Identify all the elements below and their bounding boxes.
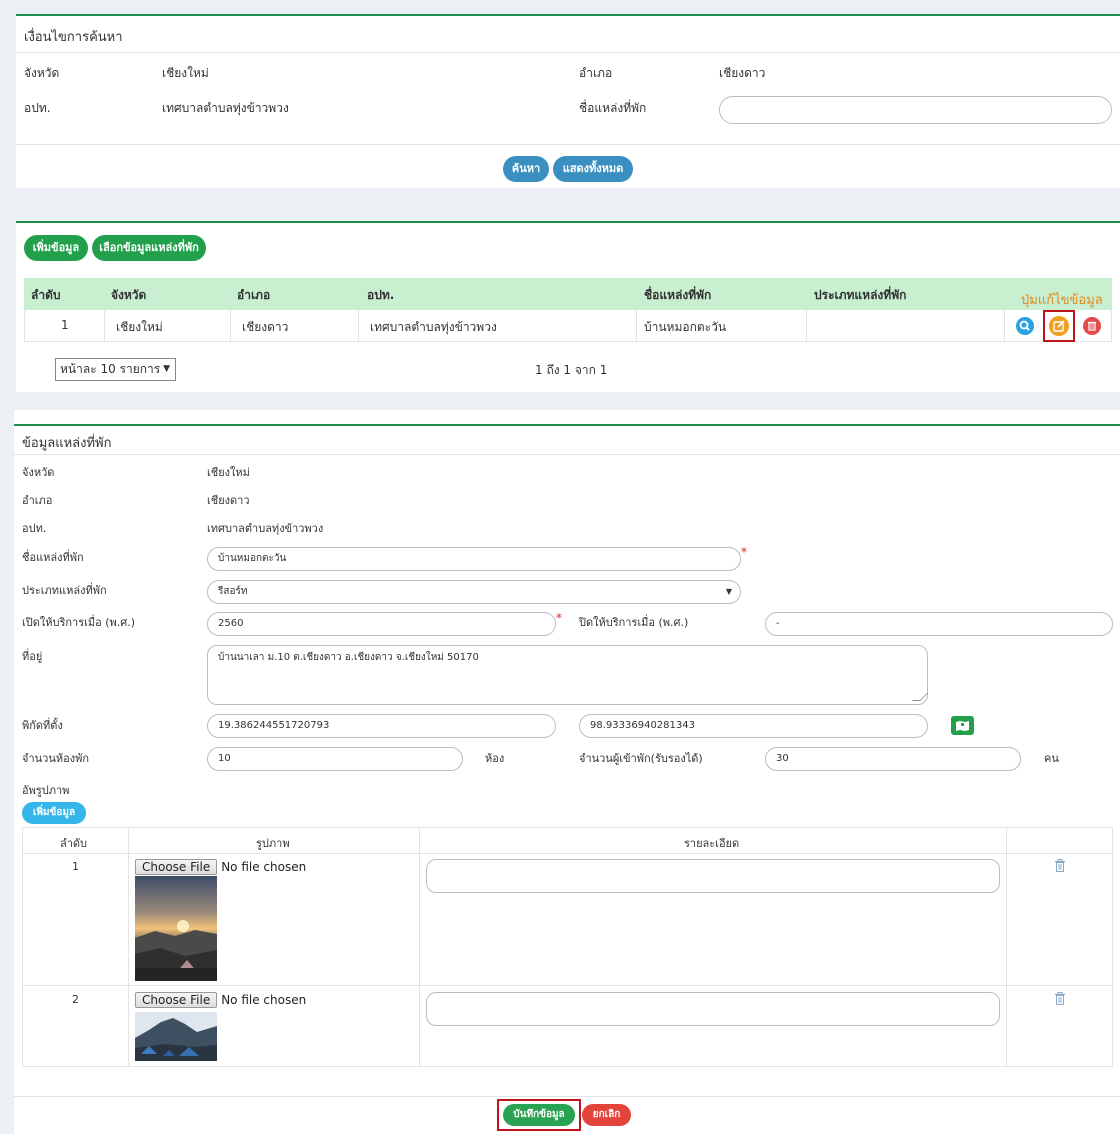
uploaded-image-sunset (135, 876, 217, 981)
form-title: ข้อมูลแหล่งที่พัก (22, 436, 112, 451)
open-year-field[interactable]: 2560 (207, 612, 556, 636)
trash-icon[interactable] (1054, 992, 1066, 1005)
lodging-name-field-label: ชื่อแหล่งที่พัก (22, 551, 84, 564)
cancel-button[interactable]: ยกเลิก (582, 1104, 631, 1126)
guests-field[interactable]: 30 (765, 747, 1021, 771)
rooms-unit: ห้อง (485, 752, 505, 765)
edit-button-annotation: ปุ่มแก้ไขข้อมูล (1021, 293, 1103, 308)
close-year-label: ปิดให้บริการเมื่อ (พ.ศ.) (579, 616, 689, 629)
add-image-button[interactable]: เพิ่มข้อมูล (22, 802, 86, 824)
row-order: 1 (61, 318, 69, 332)
chevron-down-icon: ▼ (725, 587, 732, 596)
file-input[interactable]: Choose File No file chosen (135, 992, 306, 1008)
form-district-value: เชียงดาว (207, 494, 250, 507)
longitude-field[interactable]: 98.93336940281343 (579, 714, 928, 738)
trash-icon[interactable] (1054, 859, 1066, 872)
row-local-admin: เทศบาลตำบลทุ่งข้าวพวง (370, 320, 497, 334)
lodging-name-field[interactable]: บ้านหมอกตะวัน (207, 547, 741, 571)
province-value: เชียงใหม่ (162, 66, 209, 80)
image-detail-textarea[interactable] (426, 992, 1000, 1026)
col-lodging-type: ประเภทแหล่งที่พัก (814, 288, 907, 302)
show-all-button[interactable]: แสดงทั้งหมด (553, 156, 633, 182)
form-local-admin-value: เทศบาลตำบลทุ่งข้าวพวง (207, 522, 324, 535)
address-label: ที่อยู่ (22, 650, 43, 663)
search-panel: เงื่อนไขการค้นหา จังหวัด เชียงใหม่ อำเภอ… (16, 14, 1120, 188)
select-lodging-button[interactable]: เลือกข้อมูลแหล่งที่พัก (92, 235, 206, 261)
coordinates-label: พิกัดที่ตั้ง (22, 719, 63, 732)
local-admin-label: อปท. (24, 101, 51, 115)
results-table-header (24, 278, 1112, 310)
lodging-name-label: ชื่อแหล่งที่พัก (579, 101, 647, 115)
form-province-label: จังหวัด (22, 466, 55, 479)
choose-file-button[interactable]: Choose File (135, 992, 218, 1008)
lodging-name-search-input[interactable] (719, 96, 1112, 124)
image-detail-textarea[interactable] (426, 859, 1000, 893)
row-lodging-name: บ้านหมอกตะวัน (644, 320, 727, 334)
row-province: เชียงใหม่ (116, 320, 163, 334)
table-row (24, 310, 1112, 342)
image-col-order: ลำดับ (60, 837, 88, 850)
upload-images-label: อัพรูปภาพ (22, 784, 70, 797)
required-mark: * (556, 611, 562, 625)
file-status: No file chosen (221, 993, 307, 1007)
col-province: จังหวัด (111, 288, 147, 302)
page-size-value: หน้าละ 10 รายการ (60, 362, 161, 376)
close-year-field[interactable]: - (765, 612, 1113, 636)
search-button[interactable]: ค้นหา (503, 156, 549, 182)
form-district-label: อำเภอ (22, 494, 53, 507)
page-size-select[interactable]: หน้าละ 10 รายการ ▼ (55, 358, 176, 381)
search-panel-title: เงื่อนไขการค้นหา (24, 30, 123, 45)
image-row-order: 2 (72, 993, 79, 1006)
open-year-label: เปิดให้บริการเมื่อ (พ.ศ.) (22, 616, 136, 629)
save-button-highlight (497, 1099, 581, 1131)
delete-icon[interactable] (1083, 317, 1101, 335)
address-textarea[interactable]: บ้านนาเลา ม.10 ต.เชียงดาว อ.เชียงดาว จ.เ… (207, 645, 928, 705)
file-input[interactable]: Choose File No file chosen (135, 859, 306, 875)
col-local-admin: อปท. (367, 288, 395, 302)
row-district: เชียงดาว (242, 320, 289, 334)
uploaded-image-mountain (135, 1012, 217, 1061)
map-icon[interactable] (951, 716, 974, 735)
local-admin-value: เทศบาลตำบลทุ่งข้าวพวง (162, 101, 289, 115)
chevron-down-icon: ▼ (163, 364, 170, 374)
district-value: เชียงดาว (719, 66, 766, 80)
rooms-field[interactable]: 10 (207, 747, 463, 771)
file-status: No file chosen (221, 860, 307, 874)
add-record-button[interactable]: เพิ่มข้อมูล (24, 235, 88, 261)
form-local-admin-label: อปท. (22, 522, 47, 535)
view-icon[interactable] (1016, 317, 1034, 335)
lodging-type-label: ประเภทแหล่งที่พัก (22, 584, 107, 597)
col-lodging-name: ชื่อแหล่งที่พัก (644, 288, 712, 302)
pagination-info: 1 ถึง 1 จาก 1 (535, 363, 608, 377)
rooms-label: จำนวนห้องพัก (22, 752, 89, 765)
district-label: อำเภอ (579, 66, 613, 80)
col-district: อำเภอ (237, 288, 271, 302)
choose-file-button[interactable]: Choose File (135, 859, 218, 875)
province-label: จังหวัด (24, 66, 60, 80)
required-mark: * (741, 545, 747, 559)
image-col-picture: รูปภาพ (256, 837, 290, 850)
image-col-detail: รายละเอียด (684, 837, 740, 850)
lodging-type-value: รีสอร์ท (218, 586, 248, 597)
lodging-type-select[interactable]: รีสอร์ท ▼ (207, 580, 741, 604)
guests-unit: คน (1044, 752, 1059, 765)
image-row-order: 1 (72, 860, 79, 873)
guests-label: จำนวนผู้เข้าพัก(รับรองได้) (579, 752, 703, 765)
latitude-field[interactable]: 19.386244551720793 (207, 714, 556, 738)
form-province-value: เชียงใหม่ (207, 466, 250, 479)
address-value: บ้านนาเลา ม.10 ต.เชียงดาว อ.เชียงดาว จ.เ… (218, 652, 479, 663)
col-order: ลำดับ (31, 288, 61, 302)
edit-icon-highlight (1043, 310, 1075, 342)
